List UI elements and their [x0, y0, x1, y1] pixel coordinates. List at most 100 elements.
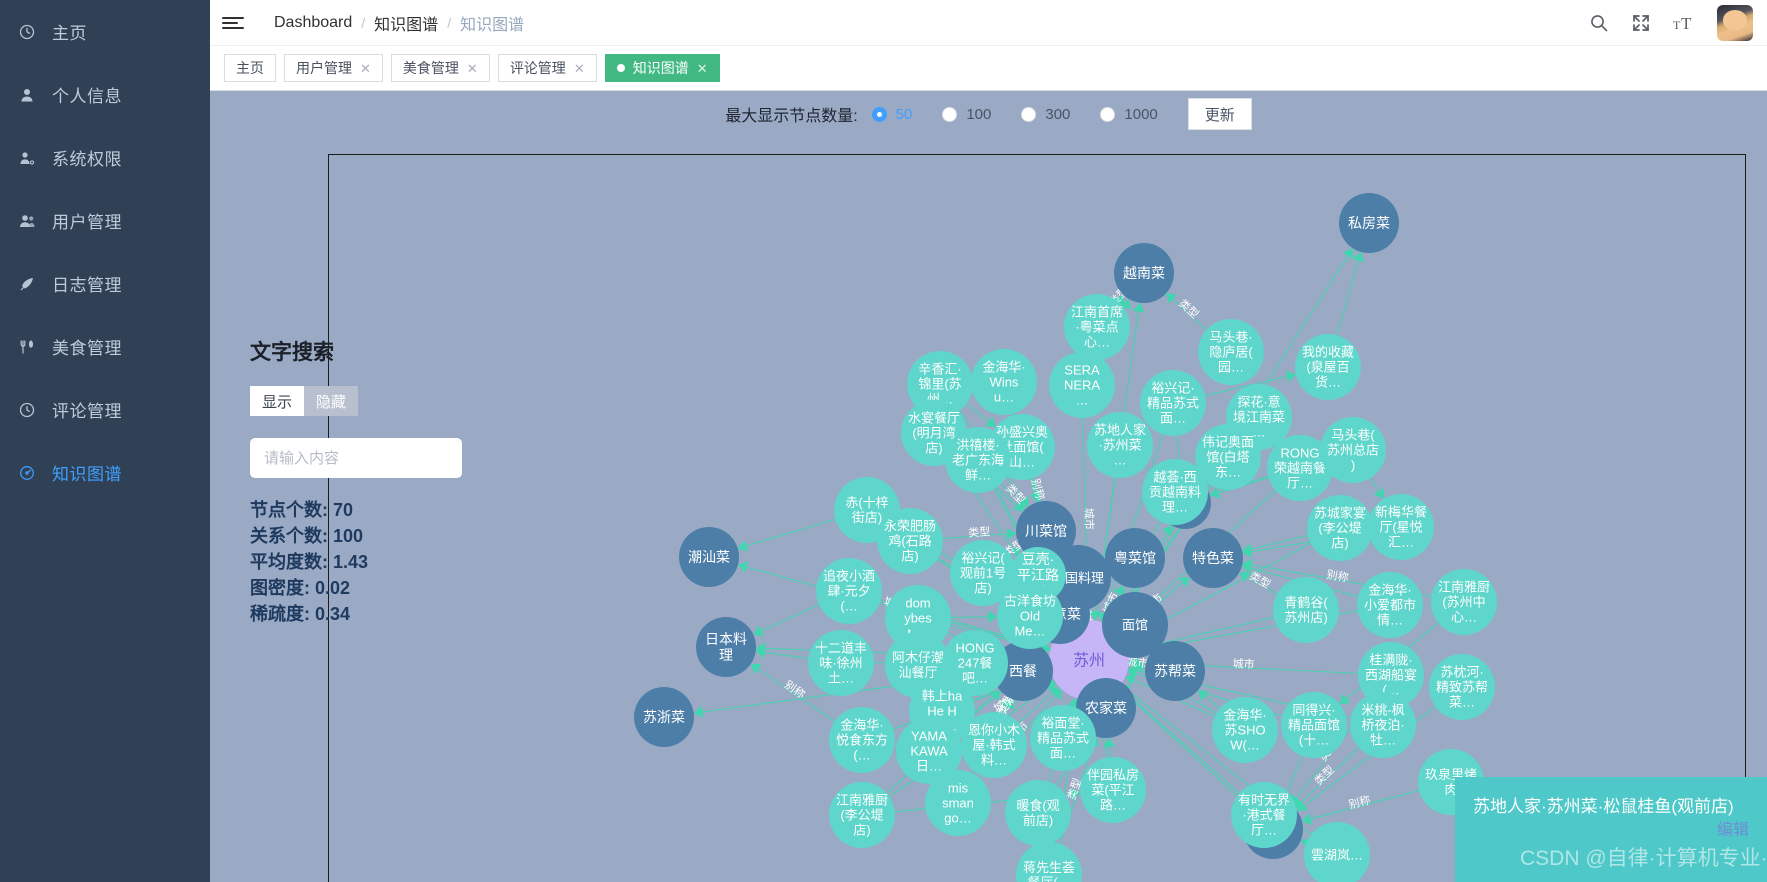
graph-node[interactable]: 金海华·Winsu…: [971, 349, 1037, 415]
graph-edge-label: 别称: [1347, 792, 1372, 811]
graph-node-label: 店): [901, 549, 918, 564]
sidebar-item-home[interactable]: 主页: [0, 0, 210, 63]
graph-node[interactable]: 伴园私房菜(平江路…: [1080, 757, 1146, 823]
breadcrumb-item-kg[interactable]: 知识图谱: [374, 11, 438, 35]
graph-node[interactable]: 我的收藏(泉屋百货…: [1295, 334, 1361, 400]
graph-node[interactable]: 金海华·苏SHOW(…: [1212, 697, 1278, 763]
sidebar-item-comments[interactable]: 评论管理: [0, 378, 210, 441]
tab-close-icon[interactable]: ✕: [360, 62, 371, 75]
radio-dot-icon: [1021, 106, 1037, 122]
graph-node-label: 肆·元夕: [827, 584, 870, 599]
graph-node[interactable]: 十二道丰味·徐州土…: [808, 630, 874, 696]
graph-node[interactable]: 江南首席·粤菜点心…: [1064, 294, 1130, 360]
graph-node[interactable]: SERANERA…: [1049, 352, 1115, 418]
graph-node[interactable]: 苏枕河·精致苏帮菜…: [1429, 654, 1495, 720]
graph-node[interactable]: 金海华·小爱都市情…: [1357, 572, 1423, 638]
sidebar-item-users[interactable]: 用户管理: [0, 189, 210, 252]
graph-node[interactable]: 苏浙菜: [634, 687, 694, 747]
tab-close-icon[interactable]: ✕: [574, 62, 585, 75]
stat-label: 图密度:: [250, 577, 310, 598]
graph-node[interactable]: 裕兴记·精品苏式面…: [1140, 370, 1206, 436]
graph-node[interactable]: 苏城家宴(李公堤店): [1307, 495, 1373, 561]
search-icon[interactable]: [1589, 13, 1609, 33]
sidebar-item-logs[interactable]: 日志管理: [0, 252, 210, 315]
graph-node[interactable]: 苏帮菜: [1145, 641, 1205, 701]
radio-option-1000[interactable]: 1000: [1100, 106, 1158, 123]
graph-node[interactable]: 追夜小酒肆·元夕(…: [816, 558, 882, 624]
graph-node[interactable]: 特色菜: [1183, 528, 1243, 588]
graph-node[interactable]: 蒋先生荟餐厅(…: [1016, 842, 1082, 882]
graph-node[interactable]: 日本料理: [696, 617, 756, 677]
graph-node-label: 土…: [828, 671, 854, 686]
node-detail-card[interactable]: 苏地人家·苏州菜·松鼠桂鱼(观前店) 编辑: [1455, 777, 1767, 882]
graph-node-label: 汕餐厅: [898, 665, 937, 680]
sidebar-item-permissions[interactable]: 系统权限: [0, 126, 210, 189]
show-hide-toggle[interactable]: 显示 隐藏: [250, 386, 358, 416]
graph-node[interactable]: 苏地人家·苏州菜…: [1087, 412, 1153, 478]
graph-node[interactable]: 雲湖岚…: [1304, 822, 1370, 882]
graph-edge-label: 城市: [1082, 508, 1097, 530]
graph-node[interactable]: 有时无界·港式餐厅…: [1231, 782, 1297, 848]
toggle-show-button[interactable]: 显示: [250, 386, 304, 416]
sidebar-item-food[interactable]: 美食管理: [0, 315, 210, 378]
graph-node[interactable]: 私房菜: [1339, 193, 1399, 253]
graph-node-label: Old: [1020, 609, 1040, 624]
graph-node[interactable]: 新梅华餐厅(星悦汇…: [1368, 494, 1434, 560]
graph-node[interactable]: 江南雅厨(李公堤店): [829, 782, 895, 848]
graph-node-label: 园…: [1218, 360, 1244, 375]
graph-node[interactable]: 恩你小木屋·韩式料…: [961, 712, 1027, 778]
radio-option-300[interactable]: 300: [1021, 106, 1070, 123]
sidebar-item-knowledge-graph[interactable]: 知识图谱: [0, 441, 210, 504]
tab-user-management[interactable]: 用户管理 ✕: [284, 54, 383, 82]
graph-node-label: dom: [905, 596, 930, 611]
edit-link[interactable]: 编辑: [1717, 816, 1749, 840]
knowledge-graph-svg[interactable]: 城市城市城市城市城市城市城市城市城市类型城市类型别称城市类型类型别称类型城市类型…: [329, 155, 1746, 882]
font-size-icon[interactable]: TT: [1673, 13, 1695, 33]
avatar[interactable]: [1717, 4, 1753, 41]
graph-node[interactable]: 古洋食坊Old Me…: [997, 583, 1063, 649]
sidebar-item-profile[interactable]: 个人信息: [0, 63, 210, 126]
svg-text:T: T: [1681, 14, 1692, 33]
node-detail-title: 苏地人家·苏州菜·松鼠桂鱼(观前店): [1473, 797, 1734, 816]
breadcrumb-item-dashboard[interactable]: Dashboard: [274, 14, 352, 32]
graph-canvas[interactable]: 城市城市城市城市城市城市城市城市城市类型城市类型别称城市类型类型别称类型城市类型…: [328, 154, 1746, 882]
update-button[interactable]: 更新: [1187, 98, 1252, 130]
graph-node-label: 桥夜泊·: [1361, 718, 1404, 733]
tab-comment-management[interactable]: 评论管理 ✕: [497, 54, 597, 82]
graph-node-label: 苏SHO: [1224, 723, 1265, 738]
graph-node[interactable]: 青鹤谷(苏州店): [1273, 577, 1339, 643]
graph-node[interactable]: 越南菜: [1114, 243, 1174, 303]
graph-node[interactable]: 金海华·悦食东方(…: [829, 707, 895, 773]
stat-label: 节点个数:: [250, 500, 328, 520]
sidebar-toggle-icon[interactable]: [222, 16, 248, 29]
stat-label: 关系个数:: [250, 525, 328, 546]
graph-node[interactable]: 米桃-枫桥夜泊·牡…: [1350, 692, 1416, 758]
graph-node-label: ·粤菜点: [1075, 320, 1118, 335]
graph-node[interactable]: 裕面堂·精品苏式面…: [1030, 705, 1096, 771]
graph-node-label: 山…: [1009, 455, 1035, 470]
graph-node[interactable]: 永荣肥肠鸡(石路店): [877, 508, 943, 574]
graph-node[interactable]: 潮汕菜: [679, 527, 739, 587]
toggle-hide-button[interactable]: 隐藏: [304, 386, 358, 416]
graph-node[interactable]: 洪禧楼·老广东海鲜…: [945, 427, 1011, 493]
sidebar-item-label: 知识图谱: [52, 465, 122, 484]
graph-node[interactable]: 粤菜馆: [1105, 528, 1165, 588]
fullscreen-icon[interactable]: [1631, 13, 1651, 33]
graph-node-label: 店): [925, 441, 942, 456]
tab-close-icon[interactable]: ✕: [697, 62, 708, 75]
graph-node[interactable]: 越荟·西贡越南料理…: [1142, 459, 1208, 525]
tab-food-management[interactable]: 美食管理 ✕: [390, 54, 490, 82]
search-input[interactable]: [250, 438, 462, 478]
tab-home[interactable]: 主页: [224, 54, 276, 82]
graph-node[interactable]: 江南雅厨(苏州中心…: [1431, 569, 1497, 635]
graph-node[interactable]: 马头巷(苏州总店): [1320, 417, 1386, 483]
tab-knowledge-graph[interactable]: 知识图谱 ✕: [604, 54, 720, 82]
graph-node[interactable]: 马头巷·隐庐居(园…: [1198, 319, 1264, 385]
tab-close-icon[interactable]: ✕: [467, 62, 478, 75]
radio-option-50[interactable]: 50: [871, 106, 912, 123]
graph-node[interactable]: mis smango…: [925, 770, 991, 836]
graph-node[interactable]: 同得兴·精品面馆(十…: [1281, 692, 1347, 758]
graph-node[interactable]: 暖食(观前店): [1005, 780, 1071, 846]
radio-option-100[interactable]: 100: [942, 106, 991, 123]
graph-node-label: 洪禧楼·: [956, 438, 999, 453]
